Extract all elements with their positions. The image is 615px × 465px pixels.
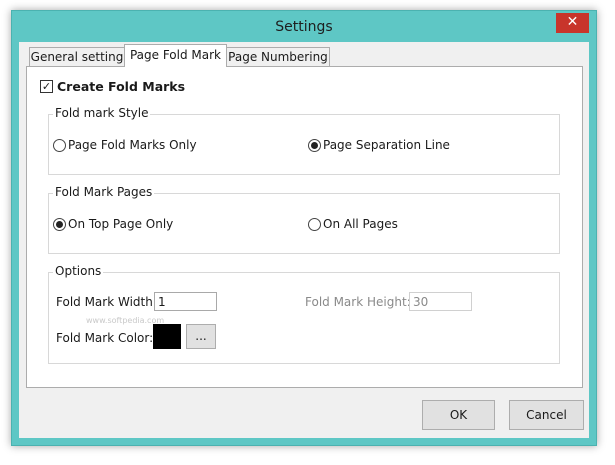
tab-page-fold-mark[interactable]: Page Fold Mark (124, 44, 227, 67)
tab-general-setting[interactable]: General setting (29, 47, 125, 66)
fold-mark-style-group: Fold mark Style Page Fold Marks Only Pag… (48, 106, 560, 175)
on-top-page-only-label[interactable]: On Top Page Only (68, 217, 173, 231)
fold-mark-panel: ✓ Create Fold Marks Fold mark Style Page… (26, 66, 583, 388)
fold-mark-color-swatch[interactable] (153, 324, 181, 349)
ok-button[interactable]: OK (422, 400, 495, 430)
cancel-button[interactable]: Cancel (509, 400, 584, 430)
page-fold-marks-only-radio[interactable] (53, 139, 66, 152)
choose-color-button[interactable]: ... (186, 324, 216, 349)
fold-mark-width-label: Fold Mark Width: (56, 295, 157, 309)
fold-mark-pages-legend: Fold Mark Pages (53, 185, 155, 199)
fold-mark-height-input: 30 (409, 292, 472, 311)
fold-mark-height-label: Fold Mark Height: (305, 295, 411, 309)
fold-mark-width-input[interactable]: 1 (154, 292, 217, 311)
fold-mark-pages-group: Fold Mark Pages On Top Page Only On All … (48, 185, 560, 254)
dialog-client: General setting Page Fold Mark Page Numb… (19, 42, 589, 438)
on-top-page-only-radio[interactable] (53, 218, 66, 231)
options-group: Options Fold Mark Width: 1 Fold Mark Hei… (48, 264, 560, 364)
on-all-pages-label[interactable]: On All Pages (323, 217, 398, 231)
settings-window: Settings ✕ General setting Page Fold Mar… (11, 10, 597, 446)
window-title: Settings (275, 19, 333, 35)
fold-mark-style-legend: Fold mark Style (53, 106, 151, 120)
on-all-pages-radio[interactable] (308, 218, 321, 231)
create-fold-marks-checkbox[interactable]: ✓ (40, 80, 53, 93)
page-fold-marks-only-label[interactable]: Page Fold Marks Only (68, 138, 197, 152)
create-fold-marks-label[interactable]: Create Fold Marks (57, 79, 185, 94)
close-button[interactable]: ✕ (556, 13, 589, 33)
fold-mark-color-label: Fold Mark Color: (56, 331, 154, 345)
title-bar[interactable]: Settings ✕ (12, 11, 596, 45)
tab-page-numbering[interactable]: Page Numbering (226, 47, 330, 66)
options-legend: Options (53, 264, 104, 278)
close-icon: ✕ (566, 14, 579, 30)
checkmark-icon: ✓ (41, 80, 52, 93)
page-separation-line-label[interactable]: Page Separation Line (323, 138, 450, 152)
page-separation-line-radio[interactable] (308, 139, 321, 152)
